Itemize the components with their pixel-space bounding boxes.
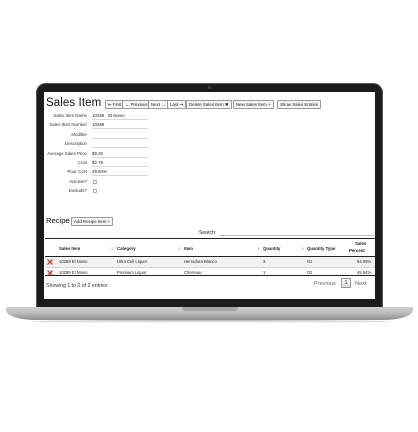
sort-icon[interactable]: ⇅ bbox=[301, 247, 304, 251]
cell-quantity: 1 bbox=[263, 270, 266, 275]
field-description: Description bbox=[44, 140, 244, 149]
laptop-bezel: Sales Item ⇤ First ← Previous Next → Las… bbox=[36, 83, 383, 309]
cell-sales-item: 10289 El Novio bbox=[59, 270, 88, 275]
sales-item-name-input[interactable]: 10289 El Novio bbox=[92, 112, 148, 120]
column-quantity-type[interactable]: Quantity Type bbox=[307, 246, 335, 251]
pour-cost-label: Pour Cost bbox=[67, 169, 87, 175]
table-info: Showing 1 to 2 of 2 entries bbox=[46, 283, 108, 289]
column-quantity[interactable]: Quantity bbox=[263, 246, 280, 251]
cell-sales-item: 10289 El Novio bbox=[59, 259, 88, 264]
field-inactive: Inactive? bbox=[44, 178, 244, 187]
next-button[interactable]: Next → bbox=[148, 100, 169, 109]
search-label: Search: bbox=[199, 230, 217, 236]
last-button[interactable]: Last ⇥ bbox=[167, 100, 187, 109]
laptop-shadow bbox=[30, 320, 390, 323]
field-average-sales-price: Average Sales Price $9.26 bbox=[44, 150, 244, 159]
previous-button[interactable]: ← Previous bbox=[122, 100, 151, 109]
search-input[interactable] bbox=[219, 231, 374, 236]
cell-quantity-type: Oz bbox=[307, 259, 313, 264]
column-item[interactable]: Item bbox=[184, 246, 193, 251]
cell-item: Herradura Blanco bbox=[184, 259, 217, 264]
average-sales-price-label: Average Sales Price bbox=[47, 150, 87, 156]
average-sales-price-value: $9.26 bbox=[92, 150, 148, 158]
column-category[interactable]: Category bbox=[117, 246, 136, 251]
cell-quantity-type: Oz bbox=[307, 270, 313, 275]
remove-x-icon[interactable] bbox=[47, 259, 53, 265]
sort-icon[interactable]: ⇅ bbox=[257, 247, 260, 251]
exclude-checkbox[interactable] bbox=[93, 189, 97, 194]
cell-sales-percent: 45.94% bbox=[357, 270, 372, 275]
new-sales-item-button[interactable]: New Sales Item + bbox=[233, 100, 274, 109]
pager-previous-button[interactable]: Previous bbox=[314, 281, 336, 287]
pager-page-button[interactable]: 1 bbox=[341, 278, 351, 288]
sales-item-name-text: El Novio bbox=[108, 113, 125, 118]
recipe-table: Sales Item ⇅ Category ⇅ Item ⇅ Quantity … bbox=[45, 238, 375, 276]
inactive-label: Inactive? bbox=[69, 178, 87, 184]
inactive-checkbox[interactable] bbox=[93, 179, 97, 184]
cell-quantity: 3 bbox=[263, 259, 266, 264]
recipe-title: Recipe bbox=[46, 216, 70, 225]
table-row[interactable]: 10289 El Novio Premium Liquor Cherreau 1… bbox=[45, 267, 375, 277]
add-recipe-item-button[interactable]: Add Recipe Item + bbox=[71, 217, 114, 226]
pour-cost-value: 29.84% bbox=[92, 168, 148, 177]
cell-category: Ultra Cell Liquor bbox=[117, 259, 148, 264]
page-title: Sales Item bbox=[46, 97, 102, 109]
description-label: Description bbox=[65, 141, 87, 147]
table-header: Sales Item ⇅ Category ⇅ Item ⇅ Quantity … bbox=[45, 239, 375, 257]
remove-x-icon[interactable] bbox=[47, 270, 53, 276]
field-pour-cost: Pour Cost 29.84% bbox=[44, 168, 244, 177]
description-input[interactable] bbox=[92, 140, 148, 149]
field-exclude: Exclude? bbox=[44, 187, 244, 196]
sales-item-name-id: 10289 bbox=[92, 113, 105, 118]
cell-category: Premium Liquor bbox=[117, 270, 147, 275]
sales-item-number-label: Sales Item Number bbox=[49, 122, 87, 128]
cost-label: Cost bbox=[77, 160, 87, 165]
modifier-input[interactable] bbox=[92, 131, 148, 139]
sort-icon[interactable]: ⇅ bbox=[111, 247, 114, 251]
pager-next-button[interactable]: Next bbox=[355, 281, 367, 287]
field-sales-item-number: Sales Item Number 10289 bbox=[44, 121, 244, 130]
cost-value: $2.76 bbox=[92, 159, 148, 167]
table-row[interactable]: 10289 El Novio Ultra Cell Liquor Herradu… bbox=[45, 257, 375, 267]
field-sales-item-name: Sales Item Name 10289 El Novio bbox=[44, 112, 244, 121]
delete-sales-item-button[interactable]: Delete Sales Item ✖ bbox=[186, 100, 232, 109]
column-sales-percent-line1[interactable]: Sales bbox=[355, 241, 366, 246]
show-sales-entries-button[interactable]: Show Sales Entries bbox=[277, 100, 322, 109]
exclude-label: Exclude? bbox=[68, 188, 87, 194]
cell-sales-percent: 54.06% bbox=[357, 259, 372, 264]
field-modifier: Modifier bbox=[44, 131, 244, 140]
cell-item: Cherreau bbox=[184, 270, 202, 275]
sales-item-name-label: Sales Item Name bbox=[53, 113, 87, 118]
sort-icon[interactable]: ⇅ bbox=[178, 247, 181, 251]
app-screen: Sales Item ⇤ First ← Previous Next → Las… bbox=[44, 92, 375, 299]
camera-dot bbox=[208, 86, 211, 89]
column-sales-percent-line2[interactable]: Percent bbox=[349, 248, 365, 253]
laptop-base bbox=[6, 307, 413, 320]
sales-item-number-input[interactable]: 10289 bbox=[92, 121, 148, 130]
laptop-notch bbox=[182, 307, 238, 311]
field-cost: Cost $2.76 bbox=[44, 159, 244, 168]
column-sales-item[interactable]: Sales Item bbox=[59, 246, 80, 251]
modifier-label: Modifier bbox=[71, 131, 87, 137]
